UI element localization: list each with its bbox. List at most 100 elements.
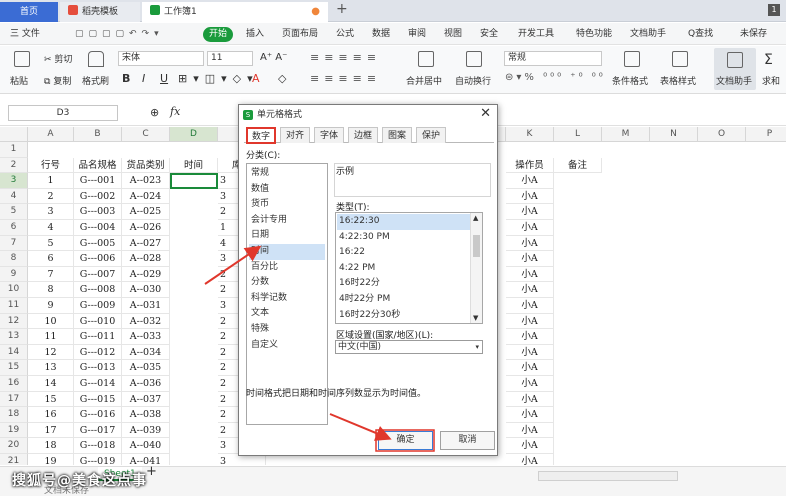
header-cell-c[interactable]: 货品类别 [122,157,170,174]
column-header-n[interactable]: N [650,127,698,142]
merge-center-label[interactable]: 合并居中 [406,74,442,87]
cell-operator[interactable]: 小A [506,407,554,423]
cell-category[interactable]: A--030 [122,282,170,298]
cell-category[interactable]: A--038 [122,407,170,423]
cell-operator[interactable]: 小A [506,391,554,408]
type-item[interactable]: 4:22 PM [337,261,470,277]
cell-category[interactable]: A--029 [122,266,170,283]
row-header[interactable]: 4 [0,188,28,205]
merge-center-icon[interactable] [418,51,434,67]
header-cell-b[interactable]: 品名规格 [74,157,122,174]
select-all-corner[interactable] [0,127,28,142]
cell-product-spec[interactable]: G---009 [74,298,122,314]
font-color-button[interactable]: A [252,72,260,85]
column-header-b[interactable]: B [74,127,122,142]
cell-operator[interactable]: 小A [506,188,554,205]
row-header[interactable]: 17 [0,391,28,408]
tab-pattern[interactable]: 图案 [382,127,412,143]
header-cell-d[interactable]: 时间 [170,157,218,174]
row-header[interactable]: 3 [0,173,28,189]
align-top-icons[interactable]: ≡≡≡≡≡ [310,51,381,64]
cell-product-spec[interactable]: G---013 [74,360,122,376]
cell-category[interactable]: A--023 [122,173,170,189]
cell-row-number[interactable]: 2 [28,188,74,205]
cell-category[interactable]: A--032 [122,313,170,330]
cell-product-spec[interactable]: G---005 [74,235,122,252]
cell-product-spec[interactable]: G---001 [74,173,122,189]
conditional-format-label[interactable]: 条件格式 [612,74,648,87]
tab-protection[interactable]: 保护 [416,127,446,143]
cell-product-spec[interactable]: G---003 [74,204,122,220]
menu-features[interactable]: 特色功能 [576,23,612,45]
column-header-a[interactable]: A [28,127,74,142]
cell-operator[interactable]: 小A [506,344,554,361]
row-header[interactable]: 11 [0,298,28,314]
row-header[interactable]: 18 [0,407,28,423]
row-header[interactable]: 13 [0,329,28,345]
category-item[interactable]: 科学记数 [249,291,325,307]
category-item[interactable]: 时间 [249,244,325,260]
border-fill-icons[interactable]: ⊞▾◫▾◇▾ [178,72,259,85]
fx-icon[interactable]: fx [170,105,180,118]
cell-product-spec[interactable]: G---011 [74,329,122,345]
menu-security[interactable]: 安全 [480,23,498,45]
cell-product-spec[interactable]: G---016 [74,407,122,423]
cell-row-number[interactable]: 11 [28,329,74,345]
category-item[interactable]: 数值 [249,182,325,198]
format-painter-label[interactable]: 格式刷 [82,74,109,87]
copy-button[interactable]: ⧉ 复制 [44,74,71,87]
cell-product-spec[interactable]: G---002 [74,188,122,205]
new-tab-icon[interactable]: + [336,1,348,17]
menu-save-status[interactable]: 未保存 [740,23,767,45]
cell-category[interactable]: A--026 [122,220,170,236]
row-header[interactable]: 2 [0,157,28,174]
row-header[interactable]: 21 [0,454,28,465]
category-item[interactable]: 特殊 [249,322,325,338]
cell-category[interactable]: A--031 [122,298,170,314]
menu-start[interactable]: 开始 [203,27,233,42]
cell-operator[interactable]: 小A [506,298,554,314]
scroll-down-icon[interactable]: ▼ [473,314,478,322]
cell-row-number[interactable]: 6 [28,251,74,267]
tab-template[interactable]: 稻壳模板 [60,2,140,22]
horizontal-scrollbar[interactable] [538,471,678,481]
cell-category[interactable]: A--035 [122,360,170,376]
cell-category[interactable]: A--024 [122,188,170,205]
cell-category[interactable]: A--025 [122,204,170,220]
font-size-select[interactable]: 11 [207,51,253,66]
column-header-l[interactable]: L [554,127,602,142]
scroll-thumb[interactable] [473,235,480,257]
cell-operator[interactable]: 小A [506,360,554,376]
cell-operator[interactable]: 小A [506,204,554,220]
menu-page-layout[interactable]: 页面布局 [282,23,318,45]
cell-row-number[interactable]: 15 [28,391,74,408]
type-item[interactable]: 4:22:30 PM [337,230,470,246]
active-cell-d3[interactable] [170,173,218,189]
cell-product-spec[interactable]: G---017 [74,422,122,439]
cell-row-number[interactable]: 18 [28,438,74,454]
cell-category[interactable]: A--033 [122,329,170,345]
cell-row-number[interactable]: 13 [28,360,74,376]
cell-product-spec[interactable]: G---010 [74,313,122,330]
cell-operator[interactable]: 小A [506,251,554,267]
cell-row-number[interactable]: 12 [28,344,74,361]
type-item[interactable]: 16时22分 [337,276,470,292]
menu-search[interactable]: Q查找 [688,23,713,45]
type-list-scrollbar[interactable]: ▲ ▼ [470,213,482,323]
cell-category[interactable]: A--039 [122,422,170,439]
row-header[interactable]: 10 [0,282,28,298]
name-box[interactable]: D3 [8,105,118,121]
bold-button[interactable]: B [122,72,130,85]
cell-product-spec[interactable]: G---006 [74,251,122,267]
menu-doc-helper[interactable]: 文档助手 [630,23,666,45]
cell-product-spec[interactable]: G---012 [74,344,122,361]
cell-row-number[interactable]: 10 [28,313,74,330]
scroll-up-icon[interactable]: ▲ [473,214,478,222]
cell-operator[interactable]: 小A [506,220,554,236]
tab-number[interactable]: 数字 [246,127,276,144]
type-item[interactable]: 16:22:30 [337,214,470,230]
wrap-text-icon[interactable] [466,51,482,67]
sum-icon[interactable]: Σ [764,52,773,68]
tab-font[interactable]: 字体 [314,127,344,143]
cell-product-spec[interactable]: G---014 [74,376,122,392]
